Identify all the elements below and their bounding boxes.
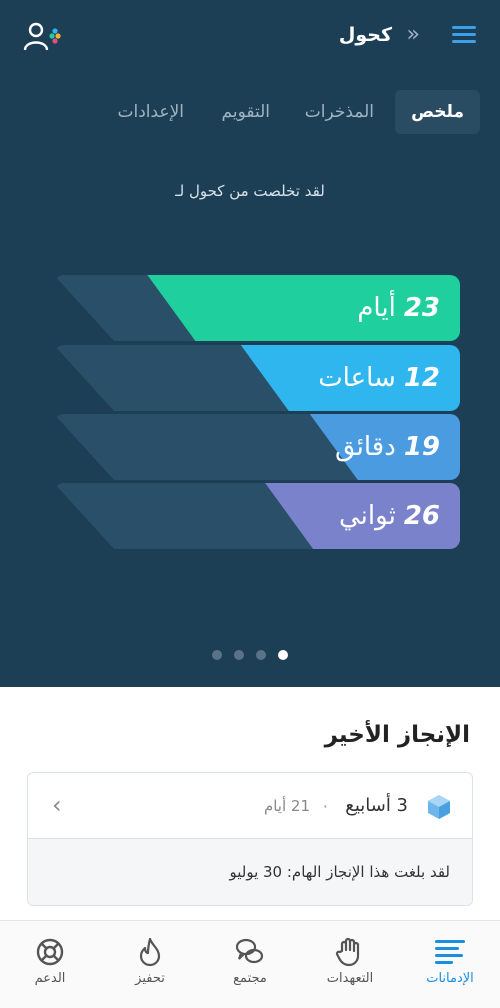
tab-bar: ملخص المذخرات التقويم الإعدادات [100, 90, 480, 134]
tab-settings[interactable]: الإعدادات [117, 90, 184, 134]
clean-since-text: لقد تخلصت من كحول لـ [175, 182, 325, 200]
achievement-card: 3 أسابيع · 21 أيام ‹ لقد بلغت هذا الإنجا… [27, 772, 473, 906]
page-dot[interactable] [234, 650, 244, 660]
bars-icon [435, 940, 465, 964]
hamburger-icon[interactable] [452, 26, 476, 46]
counter-value: 19 [403, 432, 440, 462]
nav-pledges[interactable]: التعهدات [300, 931, 400, 1003]
chat-icon [235, 938, 264, 964]
page-dot[interactable] [256, 650, 266, 660]
nav-support[interactable]: الدعم [0, 931, 100, 1003]
achievement-header[interactable]: 3 أسابيع · 21 أيام ‹ [28, 773, 472, 839]
nav-addictions[interactable]: الإدمانات [400, 931, 500, 1003]
counter-unit: دقائق [334, 432, 396, 462]
gem-icon [428, 795, 450, 819]
hand-icon [335, 937, 360, 967]
nav-motivation[interactable]: تحفيز [100, 931, 200, 1003]
counter-unit: ثواني [339, 501, 396, 531]
counter-seconds: 26ثواني [54, 483, 460, 549]
counter-value: 23 [403, 293, 440, 323]
tab-summary[interactable]: ملخص [395, 90, 480, 134]
counter-label: 26ثواني [339, 483, 440, 549]
counter-list: 23أيام 12ساعات 19دقائق 26ثواني [54, 275, 460, 551]
achievement-weeks: 3 أسابيع [345, 795, 408, 816]
nav-community[interactable]: مجتمع [200, 931, 300, 1003]
counter-hours: 12ساعات [54, 345, 460, 411]
achievement-body: لقد بلغت هذا الإنجاز الهام: 30 يوليو [28, 839, 472, 905]
counter-days: 23أيام [54, 275, 460, 341]
counter-label: 23أيام [357, 275, 440, 341]
nav-label: الدعم [34, 971, 66, 986]
chevron-left-icon[interactable]: ‹ [52, 791, 62, 819]
flame-icon [139, 937, 161, 967]
user-add-icon[interactable] [22, 20, 66, 56]
counter-value: 12 [403, 363, 440, 393]
tab-calendar[interactable]: التقويم [222, 90, 270, 134]
achievement-separator: · [322, 797, 328, 816]
counter-label: 19دقائق [335, 414, 440, 480]
nav-label: الإدمانات [426, 971, 474, 986]
counter-label: 12ساعات [318, 345, 440, 411]
page-title: كحول [338, 24, 392, 46]
nav-label: تحفيز [135, 971, 165, 986]
top-bar: » كحول [0, 0, 500, 72]
achievement-message: لقد بلغت هذا الإنجاز الهام: 30 يوليو [229, 863, 450, 881]
achievement-days: 21 أيام [263, 797, 310, 815]
bottom-nav: الإدمانات التعهدات مجتمع تحفيز الدعم [0, 920, 500, 1008]
counter-unit: أيام [357, 293, 396, 323]
section-title: الإنجاز الأخير [324, 722, 470, 748]
page-dot[interactable] [212, 650, 222, 660]
counter-unit: ساعات [318, 363, 396, 393]
counter-value: 26 [403, 501, 440, 531]
lifebuoy-icon [36, 938, 64, 966]
page-dot[interactable] [278, 650, 288, 660]
counter-minutes: 19دقائق [54, 414, 460, 480]
double-chevron-right-icon[interactable]: » [407, 22, 420, 47]
page-indicator [212, 650, 292, 662]
nav-label: مجتمع [233, 971, 267, 986]
hero-panel: » كحول ملخص المذخرات التقويم الإعدادات ل… [0, 0, 500, 687]
tab-savings[interactable]: المذخرات [305, 90, 374, 134]
nav-label: التعهدات [326, 971, 374, 986]
